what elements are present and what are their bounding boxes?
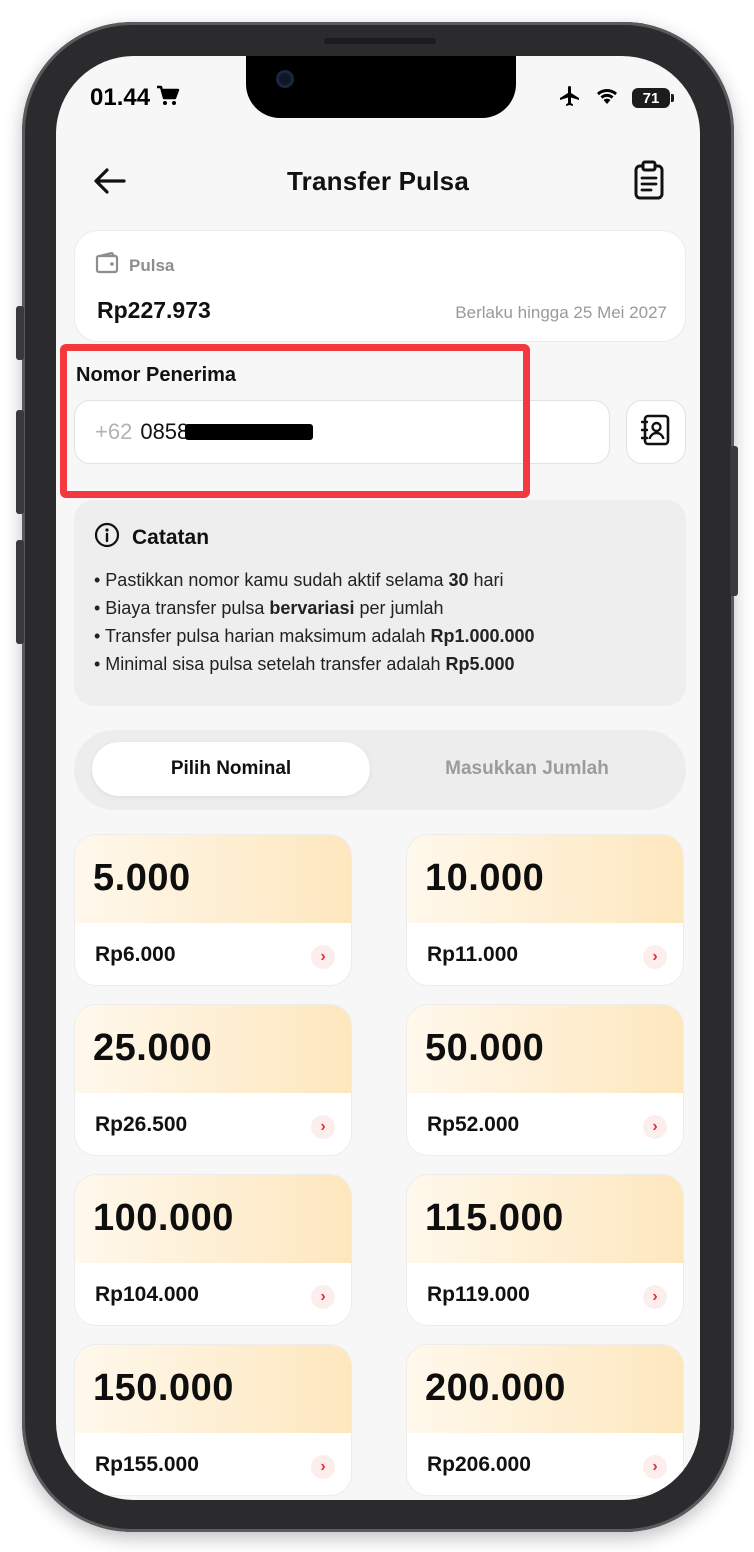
screen: 01.44 71 Transfer Pulsa Pulsa Rp227.973 … <box>56 56 700 1500</box>
recipient-phone-input[interactable]: +62 0858 <box>74 400 610 464</box>
nominal-value: 100.000 <box>93 1197 234 1239</box>
notes-list: • Pastikkan nomor kamu sudah aktif selam… <box>94 566 535 678</box>
note-item: • Pastikkan nomor kamu sudah aktif selam… <box>94 570 504 590</box>
nominal-card[interactable]: 115.000 Rp119.000 › <box>406 1174 684 1326</box>
nominal-price: Rp26.500 <box>95 1113 188 1136</box>
nominal-price: Rp52.000 <box>427 1113 520 1136</box>
nominal-price: Rp6.000 <box>95 943 176 966</box>
history-clipboard-icon <box>632 160 666 204</box>
nominal-card[interactable]: 200.000 Rp206.000 › <box>406 1344 684 1496</box>
balance-validity: Berlaku hingga 25 Mei 2027 <box>455 303 667 322</box>
chevron-right-icon: › <box>643 1455 667 1479</box>
status-bar-left: 01.44 <box>90 82 180 114</box>
contact-book-icon <box>640 414 671 451</box>
chevron-right-icon: › <box>643 1115 667 1139</box>
note-item: • Minimal sisa pulsa setelah transfer ad… <box>94 654 515 674</box>
recipient-label: Nomor Penerima <box>76 364 237 386</box>
nominal-price: Rp155.000 <box>95 1453 199 1476</box>
note-item: • Transfer pulsa harian maksimum adalah … <box>94 626 535 646</box>
redacted-digits <box>185 424 314 440</box>
chevron-right-icon: › <box>311 1455 335 1479</box>
nominal-value: 200.000 <box>425 1367 566 1409</box>
cart-icon <box>156 85 180 112</box>
tab-masukkan-jumlah[interactable]: Masukkan Jumlah <box>382 742 672 796</box>
nominal-price: Rp119.000 <box>427 1283 530 1306</box>
chevron-right-icon: › <box>643 1285 667 1309</box>
nominal-value: 25.000 <box>93 1027 213 1069</box>
status-bar-right: 71 <box>558 82 674 114</box>
notes-panel: Catatan • Pastikkan nomor kamu sudah akt… <box>74 500 686 706</box>
side-button-volume-up <box>16 410 24 514</box>
nominal-card[interactable]: 100.000 Rp104.000 › <box>74 1174 352 1326</box>
front-camera <box>276 70 294 88</box>
nominal-value: 115.000 <box>425 1197 564 1239</box>
side-button-volume-down <box>16 540 24 644</box>
amount-mode-toggle: Pilih Nominal Masukkan Jumlah <box>74 730 686 810</box>
info-icon <box>94 522 120 554</box>
nominal-value: 150.000 <box>93 1367 234 1409</box>
notes-title: Catatan <box>94 522 209 554</box>
balance-type-label: Pulsa <box>129 255 175 275</box>
nominal-card[interactable]: 25.000 Rp26.500 › <box>74 1004 352 1156</box>
wallet-icon <box>95 251 121 280</box>
balance-card: Pulsa Rp227.973 Berlaku hingga 25 Mei 20… <box>74 230 686 342</box>
country-code-prefix: +62 <box>95 419 133 444</box>
battery-indicator: 71 <box>632 88 674 108</box>
side-button-power <box>730 446 738 596</box>
nominal-price: Rp206.000 <box>427 1453 531 1476</box>
chevron-right-icon: › <box>311 1285 335 1309</box>
tab-pilih-nominal[interactable]: Pilih Nominal <box>92 742 370 796</box>
nominal-value: 5.000 <box>93 857 191 899</box>
speaker-grille <box>324 38 436 44</box>
note-item: • Biaya transfer pulsa bervariasi per ju… <box>94 598 444 618</box>
chevron-right-icon: › <box>311 1115 335 1139</box>
chevron-right-icon: › <box>311 945 335 969</box>
phone-number-value: 0858 <box>140 419 190 444</box>
header: Transfer Pulsa <box>56 156 700 206</box>
history-button[interactable] <box>632 160 666 202</box>
status-time: 01.44 <box>90 84 151 111</box>
nominal-price: Rp104.000 <box>95 1283 199 1306</box>
airplane-icon <box>558 84 582 113</box>
notes-title-text: Catatan <box>132 526 210 549</box>
nominal-card[interactable]: 50.000 Rp52.000 › <box>406 1004 684 1156</box>
balance-amount: Rp227.973 <box>97 297 211 323</box>
balance-type: Pulsa <box>95 251 174 280</box>
page-title: Transfer Pulsa <box>287 166 469 196</box>
nominal-value: 10.000 <box>425 857 545 899</box>
wifi-icon <box>594 86 620 111</box>
side-button-mute <box>16 306 24 360</box>
contact-picker-button[interactable] <box>626 400 686 464</box>
nominal-value: 50.000 <box>425 1027 545 1069</box>
nominal-card[interactable]: 10.000 Rp11.000 › <box>406 834 684 986</box>
nominal-card[interactable]: 150.000 Rp155.000 › <box>74 1344 352 1496</box>
nominal-card[interactable]: 5.000 Rp6.000 › <box>74 834 352 986</box>
chevron-right-icon: › <box>643 945 667 969</box>
nominal-price: Rp11.000 <box>427 943 519 966</box>
